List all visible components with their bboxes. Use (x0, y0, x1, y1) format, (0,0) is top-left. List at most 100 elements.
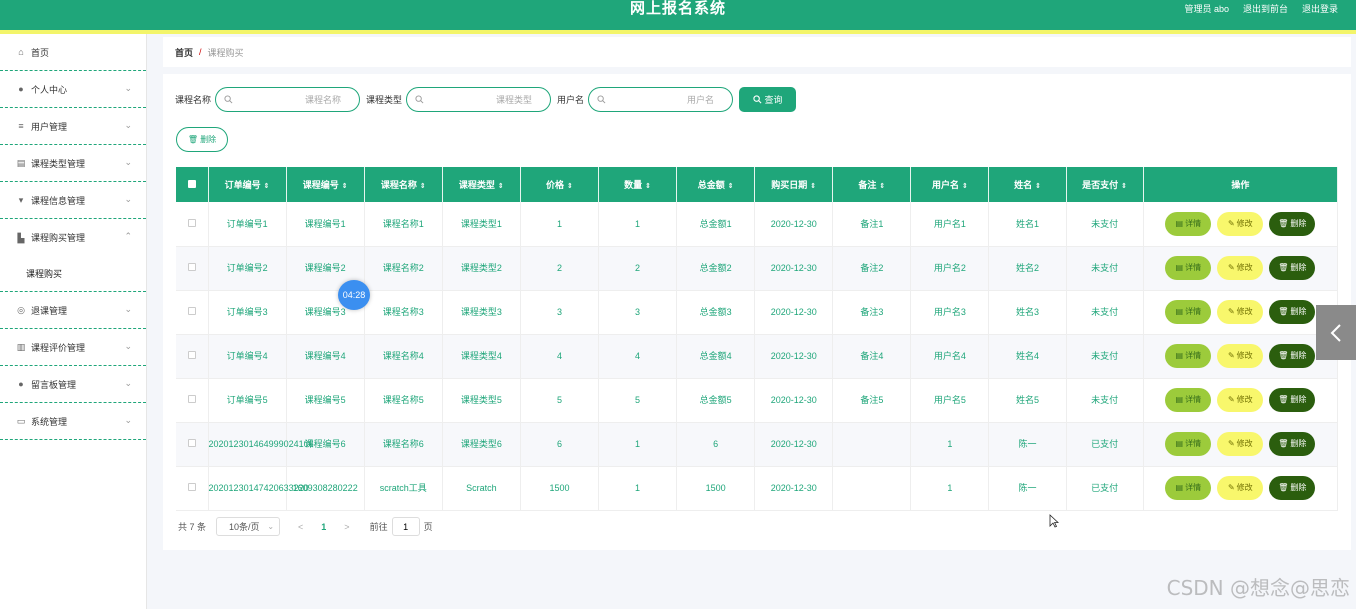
next-page-button[interactable]: > (344, 522, 349, 532)
table-cell: 课程类型2 (442, 246, 521, 291)
delete-button[interactable]: 🗑 删除 (1269, 476, 1316, 500)
delete-button[interactable]: 🗑 删除 (1269, 300, 1316, 324)
row-select-cell (176, 334, 209, 379)
table-cell: 课程类型1 (442, 202, 521, 247)
goto-label: 前往 (369, 522, 388, 532)
top-header: 网上报名系统 管理员 abo 退出到前台 退出登录 (0, 0, 1356, 34)
course-name-input[interactable] (216, 94, 360, 105)
sidebar-item-drop-course-management[interactable]: ◎ 退课管理 ⌄ (0, 292, 146, 329)
table-cell (832, 422, 912, 467)
clipboard-icon: ▤ (16, 158, 26, 168)
admin-label: 管理员 abo (1184, 4, 1229, 14)
row-checkbox[interactable] (187, 263, 196, 271)
sidebar: ⌂ 首页 ● 个人中心 ⌄ ≡ 用户管理 ⌄ ▤ 课程类型管理 ⌄ ▾ 课程信息… (0, 34, 147, 609)
chevron-down-icon: ⌄ (267, 522, 275, 531)
table-cell: 2020-12-30 (754, 246, 834, 291)
table-cell: 1 (910, 466, 990, 511)
row-checkbox[interactable] (187, 351, 196, 359)
detail-button[interactable]: ▤ 详情 (1165, 344, 1212, 368)
delete-button[interactable]: 🗑 删除 (1269, 344, 1316, 368)
chart-icon: ▥ (16, 342, 26, 352)
page-number[interactable]: 1 (321, 522, 326, 532)
column-header[interactable]: 用户名 ⇕ (910, 167, 990, 202)
header-accent-bar (0, 30, 1356, 34)
globe-icon: ◎ (17, 305, 25, 315)
table-cell: 1 (520, 202, 600, 247)
sidebar-item-course-purchase-management[interactable]: ▙ 课程购买管理 ⌃ (0, 219, 146, 256)
column-header[interactable]: 数量 ⇕ (598, 167, 678, 202)
row-checkbox[interactable] (187, 439, 196, 447)
pencil-icon: ✎ (1227, 395, 1235, 404)
sidebar-item-system-management[interactable]: ▭ 系统管理 ⌄ (0, 403, 146, 440)
table-cell: 未支付 (1066, 202, 1144, 247)
prev-page-button[interactable]: < (298, 522, 303, 532)
edit-button[interactable]: ✎ 修改 (1217, 211, 1264, 236)
sidebar-item-message-board-management[interactable]: ● 留言板管理 ⌄ (0, 366, 146, 403)
monitor-icon: ▭ (16, 416, 26, 426)
column-header[interactable]: 是否支付 ⇕ (1066, 167, 1144, 202)
row-checkbox[interactable] (187, 218, 196, 227)
username-input[interactable] (589, 94, 733, 105)
query-button[interactable]: 查询 (739, 87, 797, 112)
column-header[interactable]: 备注 ⇕ (832, 167, 912, 202)
detail-button[interactable]: ▤ 详情 (1165, 211, 1212, 236)
edit-button[interactable]: ✎ 修改 (1217, 432, 1264, 456)
table-cell: 订单编号3 (208, 290, 287, 335)
page-size-select[interactable]: 10条/页 ⌄ (216, 517, 281, 536)
exit-to-front-link[interactable]: 退出到前台 (1243, 2, 1288, 15)
column-header[interactable]: 姓名 ⇕ (988, 167, 1067, 202)
edit-button[interactable]: ✎ 修改 (1217, 388, 1264, 412)
column-header[interactable]: 课程类型 ⇕ (442, 167, 521, 202)
pencil-icon: ✎ (1227, 483, 1235, 492)
breadcrumb-home[interactable]: 首页 (175, 46, 193, 59)
sidebar-item-course-type-management[interactable]: ▤ 课程类型管理 ⌄ (0, 145, 146, 182)
edit-button[interactable]: ✎ 修改 (1217, 300, 1264, 324)
delete-button[interactable]: 🗑 删除 (1269, 256, 1316, 280)
list-icon: ≡ (18, 121, 24, 131)
edit-button[interactable]: ✎ 修改 (1217, 476, 1264, 500)
purchase-table: 订单编号 ⇕ 课程编号 ⇕ 课程名称 ⇕ 课程类型 ⇕ 价格 ⇕ 数量 ⇕ 总金额 ⇕ 购买日… (176, 167, 1339, 511)
detail-button[interactable]: ▤ 详情 (1165, 432, 1212, 456)
column-header[interactable]: 总金额 ⇕ (676, 167, 756, 202)
username-field (588, 87, 734, 112)
row-checkbox[interactable] (187, 307, 196, 315)
row-checkbox[interactable] (187, 395, 196, 403)
pencil-icon: ✎ (1227, 351, 1235, 360)
delete-button[interactable]: 🗑 删除 (1269, 388, 1316, 412)
breadcrumb: 首页 / 课程购买 (163, 37, 1351, 67)
table-cell: 3 (598, 290, 678, 335)
logout-link[interactable]: 退出登录 (1302, 2, 1338, 15)
table-row: 20201230147420633220 1609308280222 scratch… (176, 466, 1339, 511)
sidebar-item-home[interactable]: ⌂ 首页 (0, 34, 146, 71)
column-header[interactable]: 购买日期 ⇕ (754, 167, 834, 202)
delete-button[interactable]: 🗑 删除 (1269, 211, 1316, 236)
sidebar-item-course-info-management[interactable]: ▾ 课程信息管理 ⌄ (0, 182, 146, 219)
detail-button[interactable]: ▤ 详情 (1165, 300, 1212, 324)
edit-button[interactable]: ✎ 修改 (1217, 256, 1264, 280)
delete-button[interactable]: 🗑 删除 (1269, 432, 1316, 456)
sidebar-item-label: 退课管理 (31, 305, 68, 316)
sidebar-item-personal-center[interactable]: ● 个人中心 ⌄ (0, 71, 146, 108)
course-type-input[interactable] (407, 94, 551, 105)
column-header[interactable]: 课程名称 ⇕ (364, 167, 443, 202)
select-all-checkbox[interactable] (187, 179, 196, 188)
sidebar-subitem-course-purchase[interactable]: 课程购买 (0, 256, 146, 292)
detail-button[interactable]: ▤ 详情 (1165, 476, 1212, 500)
edit-button[interactable]: ✎ 修改 (1217, 344, 1264, 368)
goto-page-input[interactable] (391, 517, 420, 536)
detail-button[interactable]: ▤ 详情 (1165, 388, 1212, 412)
table-cell: 5 (520, 378, 600, 423)
detail-button[interactable]: ▤ 详情 (1165, 256, 1212, 280)
sidebar-item-course-review-management[interactable]: ▥ 课程评价管理 ⌄ (0, 329, 146, 366)
row-checkbox[interactable] (187, 483, 196, 491)
trash-icon: 🗑 (1278, 351, 1289, 360)
sort-icon: ⇕ (1035, 183, 1041, 190)
sidebar-item-user-management[interactable]: ≡ 用户管理 ⌄ (0, 108, 146, 145)
column-header[interactable]: 价格 ⇕ (520, 167, 600, 202)
table-cell: 未支付 (1066, 246, 1144, 291)
batch-delete-button[interactable]: 🗑 删除 (176, 127, 228, 152)
column-header[interactable]: 课程编号 ⇕ (286, 167, 365, 202)
column-header[interactable]: 订单编号 ⇕ (208, 167, 287, 202)
course-type-field (406, 87, 552, 112)
collapse-panel-button[interactable] (1316, 305, 1356, 360)
